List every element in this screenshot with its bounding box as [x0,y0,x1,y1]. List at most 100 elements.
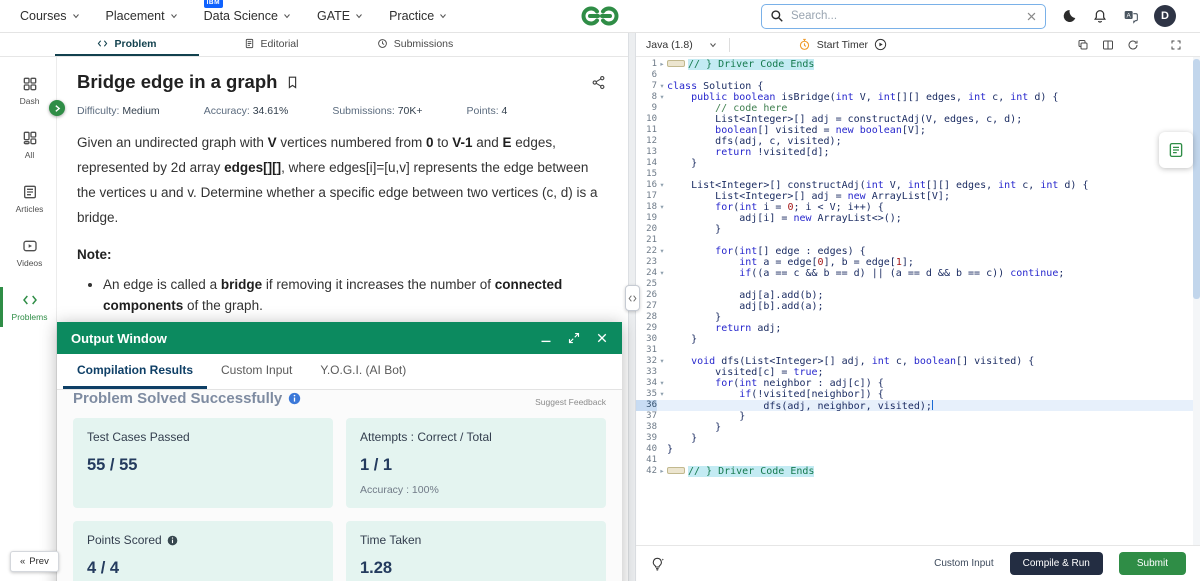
line-number[interactable]: 8 [636,92,657,103]
line-number[interactable]: 24 [636,268,657,279]
code-line[interactable]: 40} [636,444,1200,455]
fold-toggle-icon[interactable]: ▾ [657,246,667,257]
tab-submissions[interactable]: Submissions [343,33,487,56]
scrollbar-thumb[interactable] [1193,59,1200,299]
line-number[interactable]: 9 [636,103,657,114]
line-number[interactable]: 18 [636,202,657,213]
user-avatar[interactable]: D [1154,5,1176,27]
code-line[interactable]: 24 ▾ if((a == c && b == d) || (a == d && … [636,268,1200,279]
tab-problem[interactable]: Problem [55,33,199,56]
line-number[interactable]: 6 [636,70,657,81]
code-line[interactable]: 13 return !visited[d]; [636,147,1200,158]
code-line[interactable]: 38 } [636,422,1200,433]
search-input[interactable] [791,10,1019,22]
line-number[interactable]: 7 [636,81,657,92]
line-number[interactable]: 38 [636,422,657,433]
fold-toggle-icon[interactable]: ▾ [657,92,667,103]
nav-item-practice[interactable]: Practice [389,9,447,23]
code-line[interactable]: 6 [636,70,1200,81]
code-line[interactable]: 37 } [636,411,1200,422]
line-number[interactable]: 42 [636,466,657,477]
sidebar-item-problems[interactable]: Problems [0,287,56,327]
divider-drag-handle[interactable] [624,285,640,311]
line-number[interactable]: 13 [636,147,657,158]
fold-toggle-icon[interactable]: ▾ [657,180,667,191]
nav-item-placement[interactable]: Placement [106,9,178,23]
code-line[interactable]: 19 adj[i] = new ArrayList<>(); [636,213,1200,224]
code-line[interactable]: 15 [636,169,1200,180]
code-line[interactable]: 12 dfs(adj, c, visited); [636,136,1200,147]
code-line[interactable]: 21 [636,235,1200,246]
start-timer-button[interactable]: Start Timer [798,38,887,51]
language-selector[interactable]: Java (1.8) [646,39,717,51]
search-box[interactable] [761,3,1046,29]
sidebar-item-all[interactable]: All [0,125,56,165]
code-editor[interactable]: 1 ▸// } Driver Code Ends 6 7 ▾ class Solution… [636,57,1200,545]
translate-icon[interactable]: A [1123,8,1139,24]
code-line[interactable]: 26 adj[a].add(b); [636,290,1200,301]
sidebar-item-dash[interactable]: Dash [0,71,56,111]
fold-toggle-icon[interactable]: ▾ [657,378,667,389]
nav-item-data-science[interactable]: IBM Data Science [203,0,291,23]
line-number[interactable]: 14 [636,158,657,169]
fold-toggle-icon[interactable]: ▸ [657,59,667,70]
line-number[interactable]: 17 [636,191,657,202]
line-number[interactable]: 31 [636,345,657,356]
suggest-feedback-link[interactable]: Suggest Feedback [535,397,606,407]
line-number[interactable]: 10 [636,114,657,125]
bookmark-icon[interactable] [285,75,300,90]
sidebar-item-articles[interactable]: Articles [0,179,56,219]
minimize-icon[interactable] [540,332,552,344]
share-icon[interactable] [591,75,606,90]
line-number[interactable]: 39 [636,433,657,444]
code-line[interactable]: 9 // code here [636,103,1200,114]
code-line[interactable]: 22 ▾ for(int[] edge : edges) { [636,246,1200,257]
nav-item-courses[interactable]: Courses [20,9,80,23]
folded-code-chip[interactable] [667,60,685,67]
submit-button[interactable]: Submit [1118,552,1186,575]
code-line[interactable]: 41 [636,455,1200,466]
floating-notes-button[interactable] [1159,132,1193,168]
code-line[interactable]: 20 } [636,224,1200,235]
line-number[interactable]: 33 [636,367,657,378]
code-line[interactable]: 33 visited[c] = true; [636,367,1200,378]
code-line[interactable]: 1 ▸// } Driver Code Ends [636,59,1200,70]
code-line[interactable]: 42 ▸// } Driver Code Ends [636,466,1200,477]
fold-toggle-icon[interactable]: ▾ [657,268,667,279]
line-number[interactable]: 11 [636,125,657,136]
code-line[interactable]: 11 boolean[] visited = new boolean[V]; [636,125,1200,136]
code-line[interactable]: 18 ▾ for(int i = 0; i < V; i++) { [636,202,1200,213]
prev-problem-button[interactable]: « Prev [10,551,59,572]
line-number[interactable]: 15 [636,169,657,180]
output-tab-y-o-g-i-ai-bot-[interactable]: Y.O.G.I. (AI Bot) [306,354,420,389]
copy-code-icon[interactable] [1077,39,1089,51]
gfg-logo[interactable] [577,6,623,27]
code-line[interactable]: 34 ▾ for(int neighbor : adj[c]) { [636,378,1200,389]
line-number[interactable]: 35 [636,389,657,400]
clear-search-icon[interactable] [1026,11,1037,22]
theme-toggle-moon-icon[interactable] [1061,8,1077,24]
panel-divider[interactable] [624,33,640,581]
code-line[interactable]: 10 List<Integer>[] adj = constructAdj(V,… [636,114,1200,125]
fold-toggle-icon[interactable]: ▾ [657,356,667,367]
fold-toggle-icon[interactable]: ▾ [657,81,667,92]
code-line[interactable]: 16 ▾ List<Integer>[] constructAdj(int V, … [636,180,1200,191]
line-number[interactable]: 21 [636,235,657,246]
line-number[interactable]: 37 [636,411,657,422]
fold-toggle-icon[interactable]: ▾ [657,389,667,400]
nav-item-gate[interactable]: GATE [317,9,363,23]
line-number[interactable]: 12 [636,136,657,147]
line-number[interactable]: 28 [636,312,657,323]
code-line[interactable]: 31 [636,345,1200,356]
fold-toggle-icon[interactable]: ▸ [657,466,667,477]
line-number[interactable]: 1 [636,59,657,70]
code-line[interactable]: 23 int a = edge[0], b = edge[1]; [636,257,1200,268]
line-number[interactable]: 40 [636,444,657,455]
compile-run-button[interactable]: Compile & Run [1009,552,1103,575]
code-line[interactable]: 39 } [636,433,1200,444]
close-icon[interactable] [596,332,608,344]
code-line[interactable]: 17 List<Integer>[] adj = new ArrayList[V… [636,191,1200,202]
sidebar-item-videos[interactable]: Videos [0,233,56,273]
code-line[interactable]: 7 ▾ class Solution { [636,81,1200,92]
line-number[interactable]: 16 [636,180,657,191]
